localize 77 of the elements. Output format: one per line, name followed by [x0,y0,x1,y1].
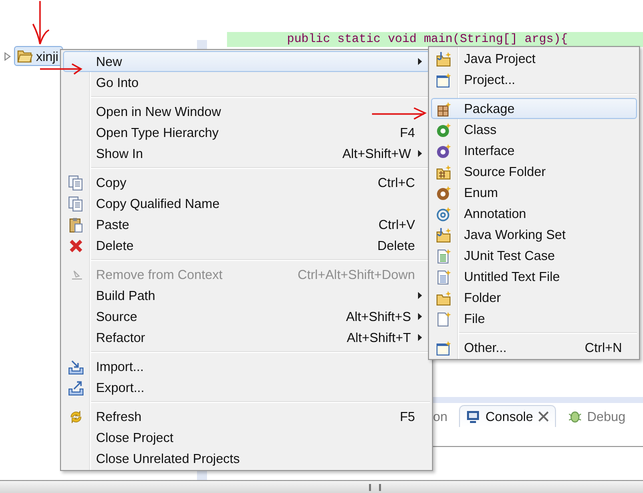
menu-item[interactable]: Source Alt+Shift+S [63,306,430,327]
shortcut-label: Alt+Shift+T [346,330,411,345]
menu-item[interactable]: Build Path [63,285,430,306]
menu-item[interactable]: Export... [63,377,430,398]
menu-item[interactable]: Other... Ctrl+N [431,337,637,358]
menu-item[interactable]: Close Project [63,427,430,448]
shortcut-label: F4 [400,125,415,140]
view-tab[interactable]: Console [459,405,556,427]
bug-icon [568,409,582,423]
shortcut-label: Delete [377,238,415,253]
file-icon [436,268,452,284]
folder-icon [436,164,452,180]
shortcut-label: Alt+Shift+W [342,146,411,161]
file-icon [436,248,452,264]
menu-item[interactable]: Package [431,98,637,119]
shortcut-label: Ctrl+V [378,217,415,232]
package-icon [436,100,452,116]
menu-item[interactable]: Refresh F5 [63,406,430,427]
menu-item[interactable]: Project... [431,69,637,90]
refresh-icon [68,408,84,424]
import-icon [68,358,84,374]
folder-icon [436,290,452,306]
menu-item[interactable]: File [431,308,637,329]
menu-item[interactable]: Folder [431,287,637,308]
menu-item[interactable]: Delete Delete [63,235,430,256]
menu-item[interactable]: JUnit Test Case [431,245,637,266]
shortcut-label: Alt+Shift+S [346,309,411,324]
view-tab[interactable]: Debug [562,406,632,426]
menu-item[interactable]: Interface [431,140,637,161]
menu-item[interactable]: Enum [431,182,637,203]
annotation-arrow [40,63,82,75]
folder-icon [436,226,452,242]
submenu-arrow-icon [418,334,422,341]
export-icon [68,380,84,396]
menu-item[interactable]: Paste Ctrl+V [63,214,430,235]
view-tab[interactable]: on [433,406,454,426]
shortcut-label: F5 [400,409,415,424]
menu-item[interactable]: Java Project [431,48,637,69]
copy-icon [68,196,84,212]
menu-item[interactable]: Untitled Text File [431,266,637,287]
folder-icon [17,49,33,63]
submenu-arrow-icon [418,292,422,299]
tree-item[interactable]: xinji [14,46,64,66]
new-window-icon [436,340,452,356]
submenu-arrow-icon [418,313,422,320]
shortcut-label: Ctrl+Alt+Shift+Down [298,267,415,282]
clipboard-icon [68,216,84,232]
menu-item[interactable]: Go Into [63,72,430,93]
menu-item[interactable]: Java Working Set [431,224,637,245]
menu-item[interactable]: Copy Qualified Name [63,193,430,214]
shortcut-label: Ctrl+N [584,340,622,355]
menu-item[interactable]: Close Unrelated Projects [63,448,430,469]
annotation-arrow [372,107,427,120]
horizontal-scrollbar[interactable] [0,480,643,493]
menu-item[interactable]: New [63,51,430,72]
folder-icon [436,50,452,66]
menu-item[interactable]: Import... [63,356,430,377]
menu-item[interactable]: Refactor Alt+Shift+T [63,327,430,348]
menu-item[interactable]: Annotation [431,203,637,224]
menu-item[interactable]: Copy Ctrl+C [63,172,430,193]
menu-item[interactable]: Class [431,119,637,140]
close-icon[interactable] [538,411,550,422]
at-sign-icon [436,206,452,222]
expand-arrow-icon[interactable] [4,52,11,60]
delete-icon [68,238,84,254]
menu-item[interactable]: Source Folder [431,161,637,182]
menu-item[interactable]: Show In Alt+Shift+W [63,143,430,164]
shortcut-label: Ctrl+C [378,175,415,190]
submenu-arrow-icon [418,150,422,157]
copy-icon [68,174,84,190]
submenu-arrow-icon [418,58,422,65]
new-window-icon [436,72,452,88]
file-icon [436,310,452,326]
monitor-icon [466,410,480,424]
annotation-arrow [32,1,50,45]
menu-item[interactable]: Open in New Window [63,101,430,122]
menu-item[interactable]: Open Type Hierarchy F4 [63,122,430,143]
